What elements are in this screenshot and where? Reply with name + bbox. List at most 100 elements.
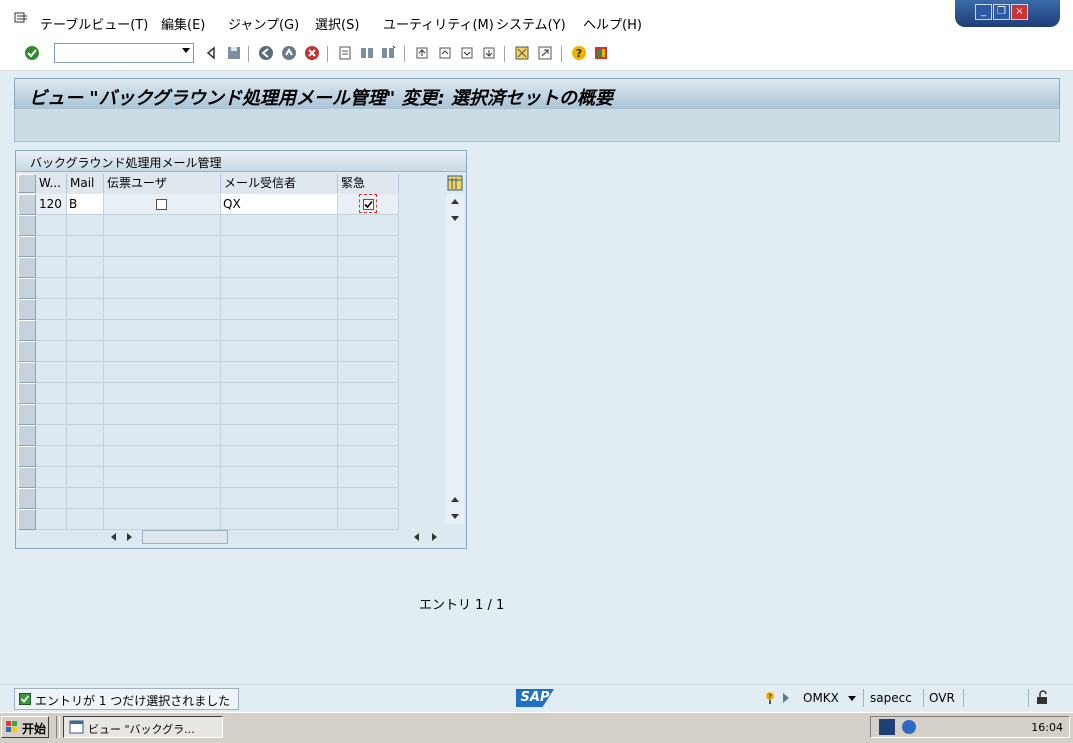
table-cell [67, 257, 104, 278]
row-selector[interactable] [18, 404, 36, 425]
find-next-icon[interactable] [380, 45, 396, 61]
table-cell [221, 278, 338, 299]
tray-network-icon[interactable] [901, 719, 917, 735]
cell-recipient: QX [223, 197, 241, 211]
table-cell [221, 488, 338, 509]
find-icon[interactable] [359, 45, 375, 61]
scroll-right-icon[interactable] [127, 533, 132, 541]
table-cell [67, 488, 104, 509]
sap-window-icon [69, 720, 84, 734]
table-settings-icon[interactable] [447, 175, 463, 191]
column-header-urgent[interactable]: 緊急 [338, 174, 399, 193]
taskbar-item-sap[interactable]: ビュー "バックグラ... [63, 716, 223, 738]
column-header-mail[interactable]: Mail [67, 174, 104, 193]
table-cell [221, 509, 338, 530]
back-icon[interactable] [258, 45, 274, 61]
horizontal-scroll-thumb[interactable] [142, 530, 228, 544]
row-selector[interactable] [18, 236, 36, 257]
column-header-recipient[interactable]: メール受信者 [221, 174, 338, 193]
row-selector[interactable] [18, 467, 36, 488]
tray-app-icon[interactable] [879, 719, 895, 735]
table-cell [104, 299, 221, 320]
back-triangle-icon[interactable] [203, 45, 219, 61]
row-selector[interactable] [18, 278, 36, 299]
scroll-page-up-icon[interactable] [451, 497, 459, 502]
row-selector[interactable] [18, 509, 36, 530]
cell-recipient-input[interactable]: QX [221, 194, 338, 215]
next-page-icon[interactable] [459, 45, 475, 61]
close-button[interactable]: × [1011, 4, 1028, 20]
insert-mode[interactable]: OVR [929, 691, 955, 705]
row-selector[interactable] [18, 194, 36, 215]
chevron-down-icon[interactable] [848, 696, 856, 701]
table-cell [338, 341, 399, 362]
table-cell [36, 257, 67, 278]
row-selector[interactable] [18, 488, 36, 509]
last-page-icon[interactable] [481, 45, 497, 61]
select-all-button[interactable] [18, 174, 36, 193]
row-selector[interactable] [18, 341, 36, 362]
minimize-button[interactable]: _ [975, 4, 992, 20]
menu-icon[interactable] [14, 12, 28, 24]
status-bar: エントリが 1 つだけ選択されました SAP ? OMKX sapecc OVR [0, 684, 1073, 712]
menu-select[interactable]: 選択(S) [315, 14, 359, 33]
shortcut-icon[interactable] [537, 45, 553, 61]
row-selector[interactable] [18, 425, 36, 446]
scroll-left-icon[interactable] [111, 533, 116, 541]
menu-utilities[interactable]: ユーティリティ(M) [383, 14, 494, 33]
scroll-left-icon[interactable] [414, 533, 419, 541]
column-header-doc-user[interactable]: 伝票ユーザ [104, 174, 221, 193]
table-cell [104, 446, 221, 467]
first-page-icon[interactable] [414, 45, 430, 61]
chevron-down-icon[interactable] [182, 48, 190, 53]
doc-user-checkbox[interactable] [156, 199, 167, 210]
command-field[interactable] [54, 43, 194, 63]
menu-edit[interactable]: 編集(E) [161, 14, 205, 33]
enter-checkmark-icon[interactable] [24, 45, 40, 61]
scroll-right-icon[interactable] [432, 533, 437, 541]
row-selector[interactable] [18, 446, 36, 467]
table-cell [36, 320, 67, 341]
cancel-icon[interactable] [304, 45, 320, 61]
row-selector[interactable] [18, 257, 36, 278]
row-selector[interactable] [18, 320, 36, 341]
vertical-scrollbar[interactable] [446, 194, 464, 524]
table-cell [338, 383, 399, 404]
exit-icon[interactable] [281, 45, 297, 61]
save-icon[interactable] [226, 45, 242, 61]
toolbar-separator [248, 46, 249, 62]
restore-button[interactable]: ❐ [993, 4, 1010, 20]
create-session-icon[interactable] [514, 45, 530, 61]
table-cell [36, 236, 67, 257]
menu-jump[interactable]: ジャンプ(G) [228, 14, 299, 33]
scroll-page-down-icon[interactable] [451, 514, 459, 519]
help-icon[interactable]: ? [571, 45, 587, 61]
menu-system[interactable]: システム(Y) [496, 14, 566, 33]
scroll-down-icon[interactable] [451, 216, 459, 221]
table-cell [338, 404, 399, 425]
previous-page-icon[interactable] [437, 45, 453, 61]
entry-counter: エントリ 1 / 1 [419, 598, 505, 613]
cell-urgent [338, 194, 399, 215]
row-selector[interactable] [18, 299, 36, 320]
menu-table-view[interactable]: テーブルビュー(T) [40, 14, 148, 33]
row-selector[interactable] [18, 383, 36, 404]
cell-mail-input[interactable]: B [67, 194, 104, 215]
status-message: エントリが 1 つだけ選択されました [35, 694, 231, 708]
table-cell [67, 362, 104, 383]
row-selector[interactable] [18, 215, 36, 236]
table-cell [104, 257, 221, 278]
expand-triangle-icon[interactable] [783, 693, 789, 703]
urgent-checkbox[interactable] [363, 199, 374, 210]
menu-help[interactable]: ヘルプ(H) [583, 14, 642, 33]
column-header-w[interactable]: W... [36, 174, 67, 193]
row-selector[interactable] [18, 362, 36, 383]
print-icon[interactable] [337, 45, 353, 61]
table-cell [104, 383, 221, 404]
table-title: バックグラウンド処理用メール管理 [30, 156, 222, 170]
start-button[interactable]: 开始 [1, 716, 49, 738]
system-info-icon[interactable]: ? [764, 691, 776, 705]
status-message-box[interactable]: エントリが 1 つだけ選択されました [14, 688, 239, 710]
layout-menu-icon[interactable] [593, 45, 609, 61]
scroll-up-icon[interactable] [451, 199, 459, 204]
